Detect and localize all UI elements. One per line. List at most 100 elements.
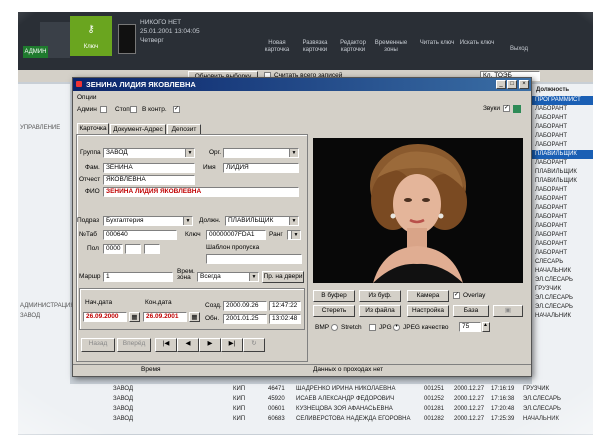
- jpeg-quality-label: JPEG качество: [403, 324, 449, 331]
- timezone-label: Врем. зона: [177, 268, 195, 281]
- table-cell-post: ГРУЗЧИК: [523, 386, 550, 392]
- settings-button[interactable]: Настройка: [407, 305, 449, 317]
- dept-value: Бухгалтерия: [106, 217, 144, 224]
- stretch-checkbox[interactable]: [369, 324, 376, 331]
- options-label: Опции: [77, 94, 97, 101]
- minimize-button[interactable]: _: [496, 80, 506, 89]
- dept-select[interactable]: Бухгалтерия ▼: [103, 216, 193, 226]
- erase-button[interactable]: Стереть: [313, 305, 355, 317]
- jpeg-quality-input[interactable]: 75: [459, 322, 481, 332]
- toolbar-time-zones[interactable]: Временные зоны: [370, 40, 412, 54]
- toolbar-new-card[interactable]: Новая карточка: [256, 40, 298, 54]
- timezone-select[interactable]: Всегда ▼: [197, 272, 259, 282]
- save-photo-icon[interactable]: ▣: [493, 305, 523, 317]
- position-list-item[interactable]: ЛАБОРАНТ: [532, 159, 593, 168]
- from-buffer-button[interactable]: Из буф.: [359, 290, 401, 302]
- position-list-item[interactable]: ЛАБОРАНТ: [532, 204, 593, 213]
- position-list-item[interactable]: ЛАБОРАНТ: [532, 222, 593, 231]
- position-list-item[interactable]: НАЧАЛЬНИК: [532, 267, 593, 276]
- template-input[interactable]: [206, 254, 302, 264]
- group-select[interactable]: ЗАВОД ▼: [103, 148, 195, 158]
- position-list-item[interactable]: ГРУЗЧИК: [532, 285, 593, 294]
- route-input[interactable]: 1: [103, 272, 173, 282]
- position-list-item[interactable]: ЛАБОРАНТ: [532, 114, 593, 123]
- position-list-item[interactable]: ЛАБОРАНТ: [532, 231, 593, 240]
- position-list-item[interactable]: НАЧАЛЬНИК: [532, 312, 593, 321]
- toolbar-card-editor[interactable]: Редактор карточки: [332, 40, 374, 54]
- quality-spin-icon[interactable]: ▲▼: [482, 322, 490, 332]
- door-permissions-button[interactable]: Пр. на двери: [262, 271, 304, 283]
- position-list-item[interactable]: ЛАБОРАНТ: [532, 240, 593, 249]
- admin-checkbox[interactable]: [100, 106, 107, 113]
- sounds-checkbox[interactable]: ✓: [503, 105, 510, 112]
- table-cell-time: 17:16:19: [491, 386, 515, 392]
- position-list-item[interactable]: ПЛАВИЛЬЩИК: [532, 177, 593, 186]
- floor-input-2[interactable]: [125, 244, 141, 254]
- floor-input[interactable]: 0000: [103, 244, 123, 254]
- maximize-button[interactable]: □: [507, 80, 517, 89]
- position-list-item[interactable]: ПЛАВИЛЬЩИК: [532, 150, 593, 159]
- position-list-item[interactable]: ЭЛ.СЛЕСАРЬ: [532, 303, 593, 312]
- table-cell-date: 2000.12.27: [454, 386, 485, 392]
- end-date-input[interactable]: 26.09.2001: [143, 312, 187, 322]
- position-list-item[interactable]: ЭЛ.СЛЕСАРЬ: [532, 276, 593, 285]
- updated-time: 13:02:48: [269, 314, 301, 324]
- position-list-item[interactable]: СЛЕСАРЬ: [532, 258, 593, 267]
- toolbar-exit[interactable]: Выход: [498, 46, 540, 53]
- position-select[interactable]: ПЛАВИЛЬЩИК ▼: [225, 216, 299, 226]
- start-calendar-icon[interactable]: ▦: [129, 312, 140, 322]
- prev-card-button[interactable]: Назад: [81, 338, 115, 352]
- position-list-item[interactable]: ПЛАВИЛЬЩИК: [532, 168, 593, 177]
- next-card-button[interactable]: Вперёд: [117, 338, 151, 352]
- position-list-item[interactable]: ЛАБОРАНТ: [532, 195, 593, 204]
- table-cell-code: 46471: [268, 386, 285, 392]
- key-input[interactable]: 00000007FDA1: [206, 230, 266, 240]
- firstname-input[interactable]: ЛИДИЯ: [223, 163, 299, 173]
- refresh-icon[interactable]: ↻: [243, 338, 265, 352]
- from-file-button[interactable]: Из файла: [359, 305, 401, 317]
- rank-select[interactable]: ▼: [287, 230, 301, 240]
- fio-input[interactable]: ЗЕНИНА ЛИДИЯ ЯКОВЛЕВНА: [103, 187, 299, 197]
- start-date-input[interactable]: 26.09.2000: [83, 312, 127, 322]
- last-record-icon[interactable]: ▶|: [221, 338, 243, 352]
- tabno-input[interactable]: 000640: [103, 230, 177, 240]
- lastname-input[interactable]: ЗЕНИНА: [103, 163, 195, 173]
- tree-item-factory[interactable]: ЗАВОД: [20, 312, 40, 321]
- position-list-item[interactable]: ЛАБОРАНТ: [532, 249, 593, 258]
- key-icon: ⚷: [87, 24, 95, 35]
- floor-input-3[interactable]: [144, 244, 160, 254]
- position-list-item[interactable]: ЛАБОРАНТ: [532, 186, 593, 195]
- stop-checkbox[interactable]: [130, 106, 137, 113]
- toolbar-unlink-card[interactable]: Развязка карточки: [294, 40, 336, 54]
- film-icon: [118, 24, 136, 54]
- position-list-item[interactable]: ЛАБОРАНТ: [532, 132, 593, 141]
- base-button[interactable]: База: [453, 305, 489, 317]
- tree-item-management[interactable]: УПРАВЛЕНИЕ: [20, 124, 60, 133]
- toolbar-find-key[interactable]: Искать ключ: [456, 40, 498, 47]
- bmp-radio[interactable]: [331, 324, 338, 331]
- next-record-icon[interactable]: ▶: [199, 338, 221, 352]
- to-buffer-button[interactable]: В буфер: [313, 290, 355, 302]
- table-cell-code: 60683: [268, 416, 285, 422]
- prev-record-icon[interactable]: ◀: [177, 338, 199, 352]
- patronymic-input[interactable]: ЯКОВЛЕВНА: [103, 175, 195, 185]
- control-checkbox[interactable]: ✓: [173, 106, 180, 113]
- position-list-item[interactable]: ПРОГРАММИСТ: [532, 96, 593, 105]
- close-button[interactable]: ×: [519, 80, 529, 89]
- position-list-item[interactable]: ЛАБОРАНТ: [532, 213, 593, 222]
- first-record-icon[interactable]: |◀: [155, 338, 177, 352]
- position-list-item[interactable]: ЛАБОРАНТ: [532, 141, 593, 150]
- jpg-radio[interactable]: •: [393, 324, 400, 331]
- floor-label: Пол: [87, 245, 99, 252]
- overlay-checkbox[interactable]: ✓: [453, 292, 460, 299]
- position-list-item[interactable]: ЭЛ.СЛЕСАРЬ: [532, 294, 593, 303]
- end-calendar-icon[interactable]: ▦: [189, 312, 200, 322]
- org-select[interactable]: ▼: [223, 148, 299, 158]
- position-list-item[interactable]: ЛАБОРАНТ: [532, 123, 593, 132]
- camera-button[interactable]: Камера: [407, 290, 449, 302]
- position-list-item[interactable]: ЛАБОРАНТ: [532, 105, 593, 114]
- tab-card[interactable]: Карточка: [77, 123, 109, 134]
- toolbar-read-key[interactable]: Читать ключ: [416, 40, 458, 47]
- tree-item-admin[interactable]: АДМИНИСТРАЦИЯ: [20, 302, 75, 311]
- table-cell-code: 00601: [268, 406, 285, 412]
